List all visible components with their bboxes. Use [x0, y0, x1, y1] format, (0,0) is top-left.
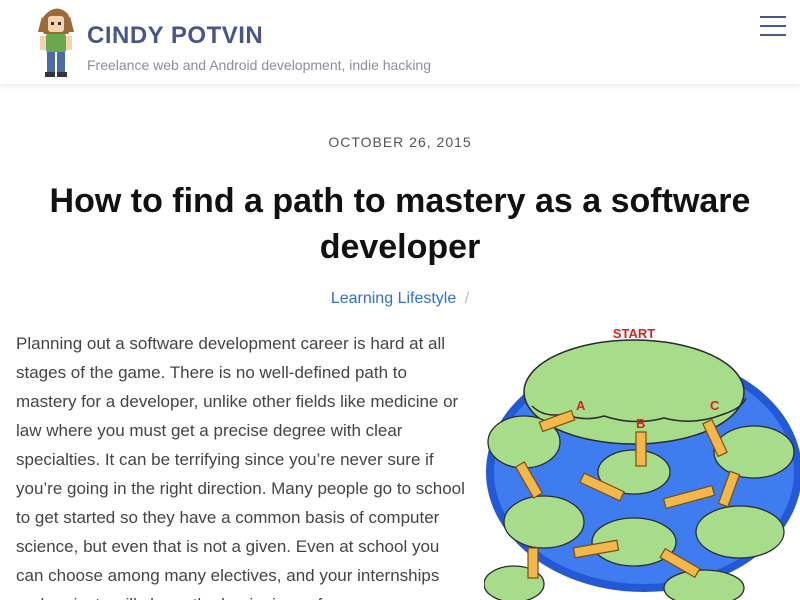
start-label: START [613, 326, 655, 341]
site-title[interactable]: CINDY POTVIN [87, 22, 263, 50]
post-title: How to find a path to mastery as a softw… [49, 182, 751, 266]
path-label-c: C [710, 398, 720, 413]
path-label-a: A [576, 398, 586, 413]
category-link-learning[interactable]: Learning [331, 290, 393, 307]
post-date: OCTOBER 26, 2015 [328, 134, 472, 150]
menu-button[interactable] [760, 16, 786, 38]
site-header: CINDY POTVIN Freelance web and Android d… [0, 0, 800, 84]
post-categories: Learning Lifestyle / [0, 290, 800, 308]
category-separator: / [464, 290, 470, 307]
site-tagline: Freelance web and Android development, i… [87, 57, 432, 73]
hamburger-icon [760, 16, 786, 18]
path-label-b: B [636, 416, 645, 431]
category-link-lifestyle[interactable]: Lifestyle [398, 290, 457, 307]
avatar[interactable] [34, 4, 78, 78]
maze-illustration: START A B C [484, 326, 800, 600]
post-body-text: Planning out a software development care… [16, 334, 465, 600]
